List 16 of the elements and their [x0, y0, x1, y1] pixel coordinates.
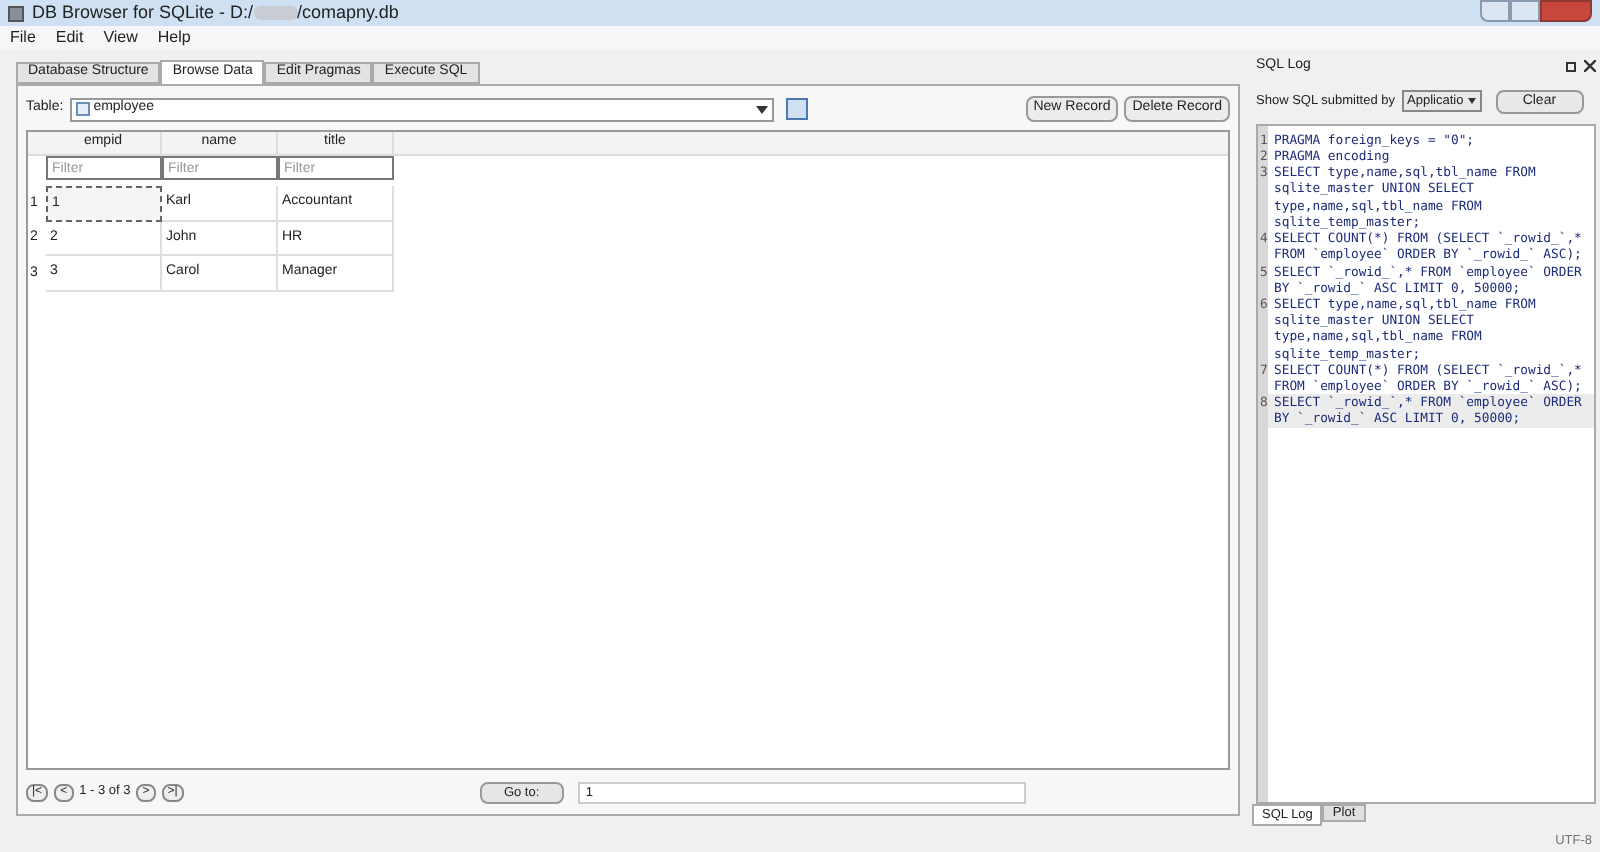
- window-title: /comapny.db: [297, 0, 399, 26]
- maximize-button[interactable]: [1510, 0, 1540, 22]
- minimize-button[interactable]: [1480, 0, 1510, 22]
- table-icon: [75, 102, 90, 116]
- close-icon[interactable]: [1584, 60, 1596, 73]
- window-title: DB Browser for SQLite - D:/: [32, 0, 254, 26]
- redacted-path: [253, 6, 298, 20]
- menu-item[interactable]: View: [103, 26, 138, 50]
- database-icon: [8, 5, 24, 21]
- dropdown-arrow-icon: [1467, 98, 1476, 105]
- menu-item[interactable]: Edit: [55, 26, 84, 50]
- refresh-button[interactable]: [785, 98, 808, 120]
- menu-item[interactable]: File: [10, 26, 36, 50]
- menu-item[interactable]: Help: [157, 26, 191, 50]
- dropdown-arrow-icon: [755, 105, 768, 113]
- float-icon[interactable]: [1566, 61, 1576, 72]
